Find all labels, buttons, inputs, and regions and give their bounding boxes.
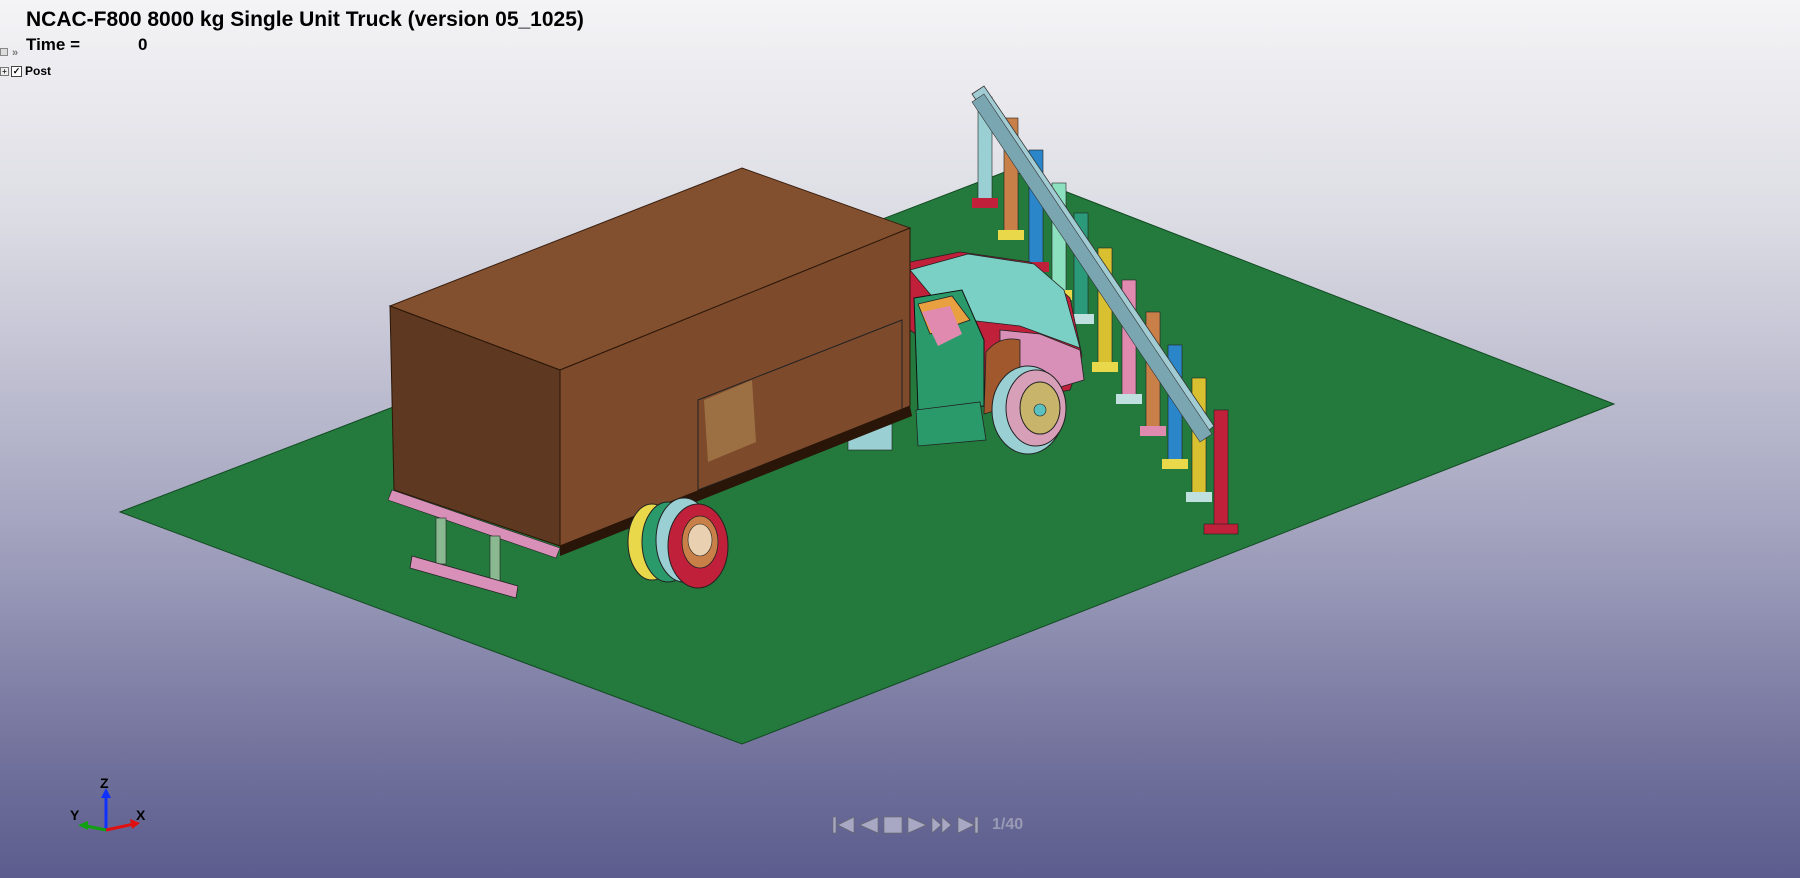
next-frame-icon[interactable] <box>930 815 954 835</box>
y-axis-arrow <box>85 824 107 832</box>
first-frame-icon[interactable] <box>832 815 856 835</box>
z-axis-label: Z <box>100 778 109 791</box>
stop-icon[interactable] <box>882 815 904 835</box>
frame-counter: 1/40 <box>992 816 1024 833</box>
3d-viewport[interactable] <box>0 0 1800 878</box>
axis-triad: Z Y X <box>70 778 146 832</box>
x-axis-label: X <box>136 807 146 823</box>
play-icon[interactable] <box>906 815 928 835</box>
y-axis-label: Y <box>70 807 80 823</box>
last-frame-icon[interactable] <box>956 815 980 835</box>
playback-controls: 1/40 <box>832 815 1023 835</box>
x-axis-arrow <box>105 822 135 832</box>
rear-wheels <box>627 497 729 589</box>
previous-frame-icon[interactable] <box>858 815 880 835</box>
